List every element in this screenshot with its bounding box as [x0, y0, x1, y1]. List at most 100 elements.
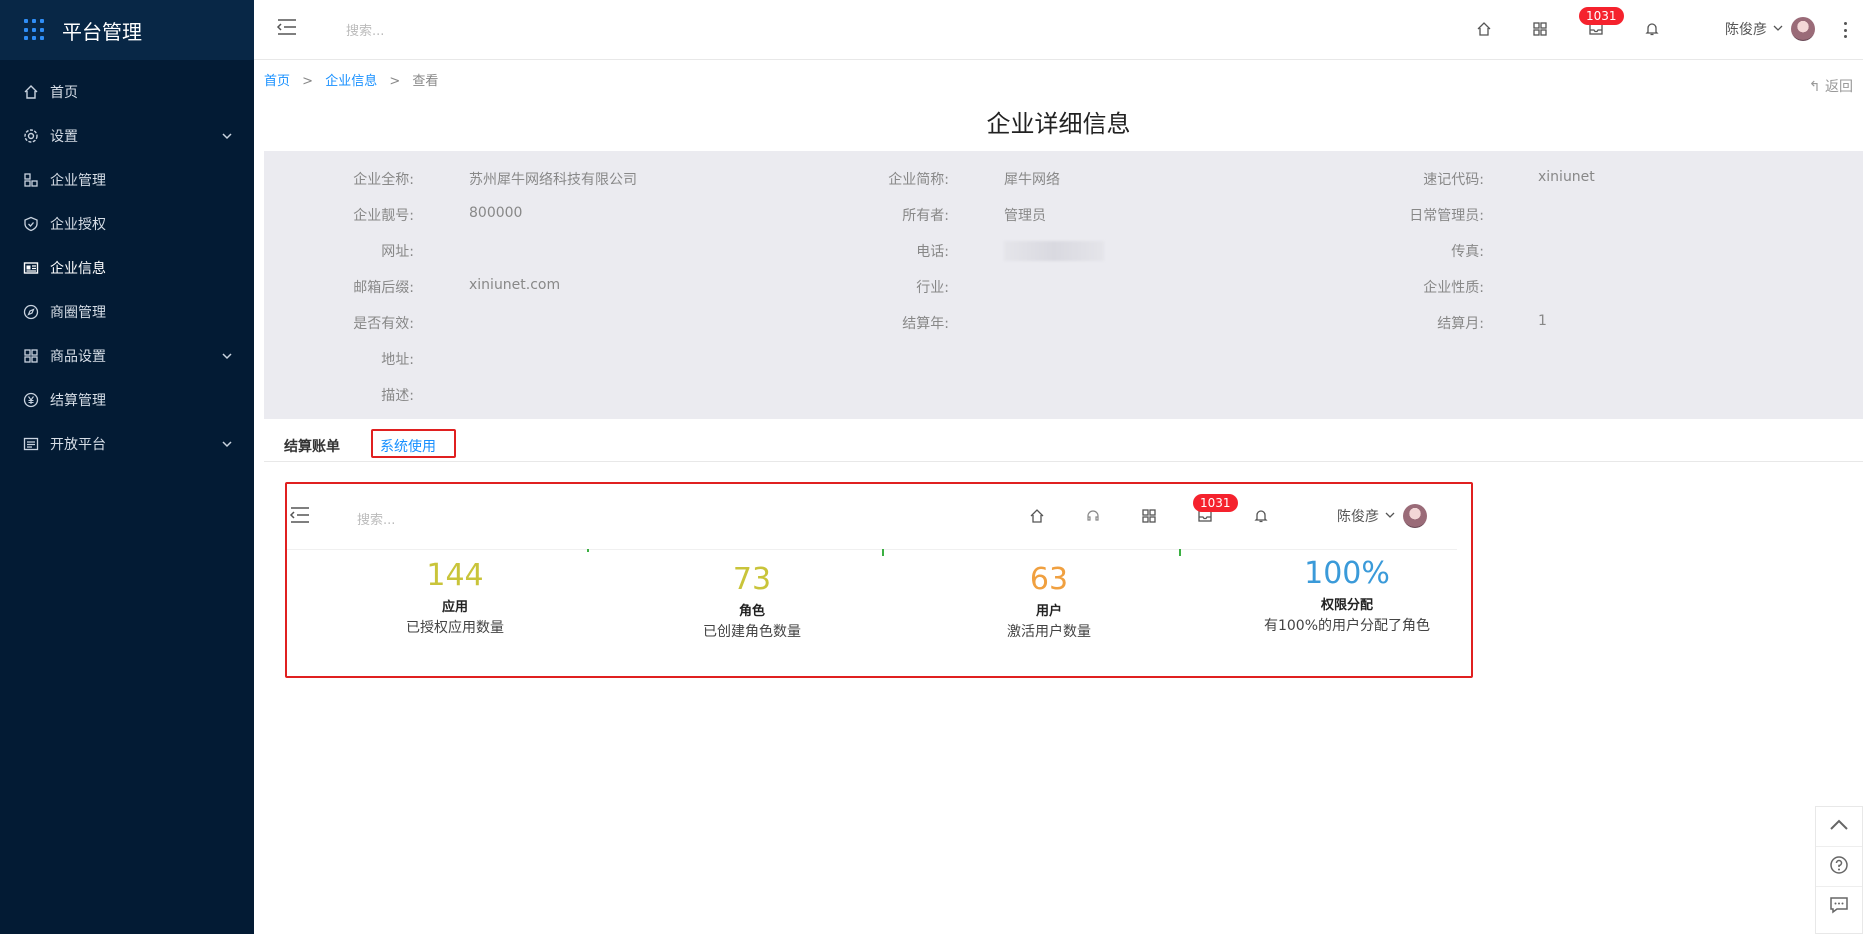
breadcrumb: 首页 > 企业信息 > 查看 — [264, 70, 438, 89]
search-input[interactable]: 搜索... — [346, 20, 384, 39]
account-label: 企业靓号: — [353, 208, 414, 224]
tab-settlement-bill[interactable]: 结算账单 — [284, 436, 340, 456]
notification-badge: 1031 — [1193, 494, 1238, 512]
user-menu[interactable]: 陈俊彦 — [1725, 17, 1815, 41]
sidebar-item-label: 企业授权 — [50, 217, 106, 233]
user-name: 陈俊彦 — [1337, 509, 1379, 525]
embedded-header: 搜索... 1031 陈俊彦 — [287, 484, 1457, 550]
website-label: 网址: — [381, 244, 414, 260]
daily-admin-label: 日常管理员: — [1409, 208, 1484, 224]
sidebar-item-goods-settings[interactable]: 商品设置 — [0, 334, 254, 378]
sidebar-item-label: 企业管理 — [50, 173, 106, 189]
stat-name: 用户 — [1035, 604, 1062, 619]
sidebar-item-label: 设置 — [50, 129, 78, 145]
apps-icon[interactable] — [1137, 504, 1161, 528]
breadcrumb-home[interactable]: 首页 — [264, 74, 290, 89]
chat-icon — [1829, 895, 1849, 919]
logo[interactable]: 平台管理 — [0, 0, 254, 60]
settle-year-label: 结算年: — [902, 316, 949, 332]
help-icon — [1829, 855, 1849, 879]
stat-value: 100% — [1304, 556, 1390, 591]
chevron-down-icon — [1385, 508, 1395, 524]
sidebar-item-enterprise-auth[interactable]: 企业授权 — [0, 202, 254, 246]
stat-card-roles: 73 角色 已创建角色数量 — [622, 562, 882, 641]
email-suffix-value: xiniunet.com — [469, 277, 561, 293]
divider-tick — [882, 549, 884, 556]
nature-label: 企业性质: — [1423, 280, 1484, 296]
search-input[interactable]: 搜索... — [357, 509, 395, 528]
apps-grid-icon — [24, 19, 46, 41]
tab-bar: 结算账单 系统使用 — [264, 428, 1863, 462]
avatar — [1791, 17, 1815, 41]
industry-label: 行业: — [916, 280, 949, 296]
settle-month-value: 1 — [1538, 313, 1547, 329]
sidebar-item-enterprise-info[interactable]: 企业信息 — [0, 246, 254, 290]
sidebar-item-label: 首页 — [50, 85, 78, 101]
divider-tick — [587, 549, 589, 552]
sidebar-item-label: 商圈管理 — [50, 305, 106, 321]
full-name-value: 苏州犀牛网络科技有限公司 — [469, 172, 637, 188]
home-icon — [22, 83, 40, 101]
home-icon[interactable] — [1025, 504, 1049, 528]
stat-value: 144 — [426, 558, 484, 593]
owner-value: 管理员 — [1004, 208, 1046, 224]
home-icon[interactable] — [1472, 17, 1496, 41]
chevron-down-icon — [220, 349, 234, 363]
sidebar-item-home[interactable]: 首页 — [0, 70, 254, 114]
user-menu[interactable]: 陈俊彦 — [1337, 504, 1427, 528]
settle-month-label: 结算月: — [1437, 316, 1484, 332]
stat-card-permissions: 100% 权限分配 有100%的用户分配了角色 — [1217, 556, 1477, 635]
chevron-down-icon — [1773, 21, 1783, 37]
help-button[interactable] — [1816, 847, 1862, 887]
email-suffix-label: 邮箱后缀: — [353, 280, 414, 296]
headset-icon[interactable] — [1081, 504, 1105, 528]
more-vertical-icon[interactable] — [1839, 18, 1851, 42]
feedback-button[interactable] — [1816, 887, 1862, 927]
back-arrow-icon: ↰ — [1808, 79, 1821, 95]
apps-icon[interactable] — [1528, 17, 1552, 41]
scroll-top-button[interactable] — [1816, 807, 1862, 847]
code-value: xiniunet — [1538, 169, 1595, 185]
chevron-down-icon — [220, 129, 234, 143]
app-title: 平台管理 — [62, 19, 142, 44]
stat-desc: 激活用户数量 — [1007, 624, 1091, 640]
sidebar-item-label: 结算管理 — [50, 393, 106, 409]
notification-badge: 1031 — [1579, 7, 1624, 25]
sidebar-item-enterprise-manage[interactable]: 企业管理 — [0, 158, 254, 202]
bell-icon[interactable] — [1249, 504, 1273, 528]
sidebar-item-label: 开放平台 — [50, 437, 106, 453]
account-value: 800000 — [469, 205, 523, 221]
back-label: 返回 — [1825, 79, 1853, 95]
phone-label: 电话: — [916, 244, 949, 260]
breadcrumb-separator: > — [302, 74, 314, 89]
menu-collapse-icon[interactable] — [276, 16, 302, 42]
menu-collapse-icon[interactable] — [289, 504, 315, 530]
list-icon — [22, 435, 40, 453]
full-name-label: 企业全称: — [353, 172, 414, 188]
sidebar-item-open-platform[interactable]: 开放平台 — [0, 422, 254, 466]
enterprise-info-panel: 企业全称: 苏州犀牛网络科技有限公司 企业简称: 犀牛网络 速记代码: xini… — [264, 151, 1863, 419]
sidebar-item-settings[interactable]: 设置 — [0, 114, 254, 158]
owner-label: 所有者: — [902, 208, 949, 224]
bell-icon[interactable] — [1640, 17, 1664, 41]
stat-card-apps: 144 应用 已授权应用数量 — [325, 558, 585, 637]
org-icon — [22, 171, 40, 189]
back-button[interactable]: ↰ 返回 — [1809, 76, 1853, 96]
stat-value: 63 — [1029, 562, 1069, 597]
sidebar-item-business-district[interactable]: 商圈管理 — [0, 290, 254, 334]
short-name-label: 企业简称: — [888, 172, 949, 188]
stat-name: 权限分配 — [1320, 598, 1373, 613]
sidebar-item-settlement[interactable]: 结算管理 — [0, 378, 254, 422]
breadcrumb-parent[interactable]: 企业信息 — [325, 74, 377, 89]
code-label: 速记代码: — [1423, 172, 1484, 188]
sidebar-item-label: 商品设置 — [50, 349, 106, 365]
stat-desc: 已创建角色数量 — [703, 624, 801, 640]
id-card-icon — [22, 259, 40, 277]
stat-name: 应用 — [441, 600, 468, 615]
divider-tick — [1179, 549, 1181, 556]
page-title: 企业详细信息 — [986, 110, 1131, 138]
avatar — [1403, 504, 1427, 528]
breadcrumb-current: 查看 — [412, 74, 439, 89]
user-name: 陈俊彦 — [1725, 22, 1767, 38]
breadcrumb-separator: > — [389, 74, 401, 89]
